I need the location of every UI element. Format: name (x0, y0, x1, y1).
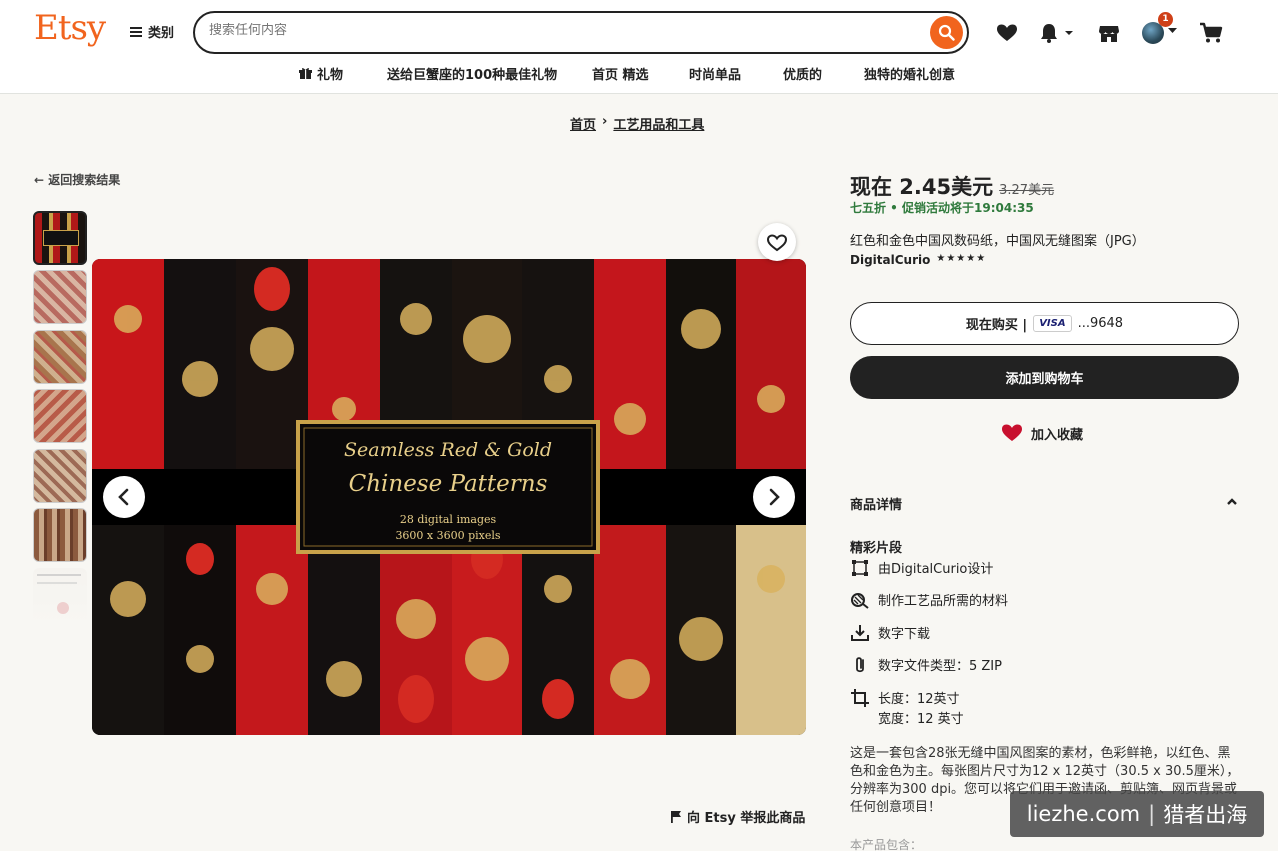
width-text: 宽度：12 英寸 (878, 712, 964, 727)
length-text: 长度：12英寸 (878, 692, 960, 707)
menu-icon (130, 26, 142, 37)
paperclip-icon (856, 657, 864, 673)
shop-info: DigitalCurio ★★★★★ (850, 253, 986, 267)
site-header: Etsy 类别 1 礼物 送给巨蟹座的100种最佳礼物 首页 精选 时尚单品 优… (0, 0, 1278, 94)
card-number: ...9648 (1077, 316, 1124, 331)
overlay-title-line1: Seamless Red & Gold (343, 439, 553, 461)
shop-rating-stars: ★★★★★ (936, 253, 987, 264)
buy-now-label: 现在购买 | (965, 318, 1028, 333)
craft-icon (851, 593, 869, 609)
etsy-logo[interactable]: Etsy (34, 8, 106, 48)
overlay-count: 28 digital images (399, 513, 497, 526)
notifications-bell-icon[interactable] (1037, 20, 1077, 46)
highlight-download: 数字下载 (850, 623, 930, 643)
watermark: liezhe.com | 猎者出海 (1010, 791, 1264, 837)
price-block: 现在 2.45美元 3.27美元 (850, 171, 1054, 201)
thumbnail-7[interactable] (33, 568, 87, 622)
product-image-art (92, 259, 806, 735)
product-title: 红色和金色中国风数码纸，中国风无缝图案（JPG） (850, 234, 1145, 249)
includes-heading: 本产品包含： (850, 838, 923, 851)
favorites-heart-icon[interactable] (994, 20, 1020, 46)
nav-item-home-picks[interactable]: 首页 精选 (592, 64, 649, 83)
previous-image-button[interactable] (103, 476, 145, 518)
heart-filled-icon (1002, 424, 1022, 441)
dimensions-icon (851, 689, 869, 707)
search-input[interactable] (209, 23, 909, 38)
categories-button[interactable]: 类别 (130, 22, 174, 41)
sale-countdown: 七五折 • 促销活动将于19:04:35 (850, 201, 1034, 215)
breadcrumb-home[interactable]: 首页 (570, 114, 596, 133)
chevron-up-icon (1227, 498, 1237, 505)
arrow-left-icon: ← (34, 173, 45, 187)
chevron-left-icon (118, 488, 129, 506)
thumbnail-2[interactable] (33, 270, 87, 324)
next-image-button[interactable] (753, 476, 795, 518)
thumbnail-6[interactable] (33, 508, 87, 562)
breadcrumb: 首页 › 工艺用品和工具 (570, 114, 704, 133)
search-icon (938, 24, 955, 41)
highlights-title: 精彩片段 (850, 541, 903, 556)
designer-icon (852, 560, 868, 576)
chevron-right-icon (769, 488, 780, 506)
shop-manager-icon[interactable] (1096, 20, 1122, 46)
product-image[interactable]: Seamless Red & Gold Chinese Patterns 28 … (92, 259, 806, 735)
nav-item-wedding[interactable]: 独特的婚礼创意 (864, 64, 955, 83)
nav-item-cancer-gifts[interactable]: 送给巨蟹座的100种最佳礼物 (387, 64, 557, 83)
add-to-favorites-button[interactable]: 加入收藏 (1001, 423, 1083, 443)
item-details-title: 商品详情 (850, 498, 903, 513)
chevron-down-icon (1168, 28, 1177, 33)
image-favorite-button[interactable] (758, 223, 796, 261)
thumbnail-1[interactable] (33, 211, 87, 265)
add-to-cart-button[interactable]: 添加到购物车 (850, 356, 1239, 399)
highlight-designer: 由DigitalCurio设计 (850, 558, 993, 578)
heart-outline-icon (766, 234, 788, 252)
category-nav: 礼物 送给巨蟹座的100种最佳礼物 首页 精选 时尚单品 优质的 独特的婚礼创意 (0, 64, 1278, 84)
price-current: 现在 2.45美元 (850, 175, 994, 199)
categories-label: 类别 (148, 26, 175, 41)
flag-icon (671, 811, 681, 823)
nav-item-premium[interactable]: 优质的 (783, 64, 822, 83)
report-item-link[interactable]: 向 Etsy 举报此商品 (670, 807, 805, 826)
highlight-file-type: 数字文件类型：5 ZIP (850, 655, 1002, 675)
search-bar (193, 11, 969, 54)
notification-badge: 1 (1158, 12, 1173, 27)
overlay-size: 3600 x 3600 pixels (395, 529, 501, 542)
search-button[interactable] (930, 16, 963, 49)
thumbnail-3[interactable] (33, 330, 87, 384)
overlay-title-line2: Chinese Patterns (348, 471, 548, 497)
nav-item-fashion[interactable]: 时尚单品 (689, 64, 741, 83)
nav-item-gifts[interactable]: 礼物 (299, 64, 343, 83)
gift-icon (299, 68, 312, 79)
visa-card-icon: VISA (1033, 315, 1072, 332)
item-details-toggle[interactable]: 商品详情 (850, 494, 1238, 513)
price-original: 3.27美元 (999, 183, 1055, 198)
breadcrumb-category[interactable]: 工艺用品和工具 (613, 114, 704, 133)
breadcrumb-separator: › (602, 114, 608, 129)
cart-icon[interactable] (1198, 20, 1224, 46)
highlight-dimensions: 长度：12英寸 宽度：12 英寸 (850, 688, 964, 727)
back-to-results-link[interactable]: ← 返回搜索结果 (34, 171, 120, 188)
buy-now-button[interactable]: 现在购买 | VISA ...9648 (850, 302, 1239, 345)
thumbnail-4[interactable] (33, 389, 87, 443)
download-icon (851, 625, 869, 641)
thumbnail-5[interactable] (33, 449, 87, 503)
shop-name-link[interactable]: DigitalCurio (850, 253, 930, 267)
highlight-materials: 制作工艺品所需的材料 (850, 590, 1008, 610)
